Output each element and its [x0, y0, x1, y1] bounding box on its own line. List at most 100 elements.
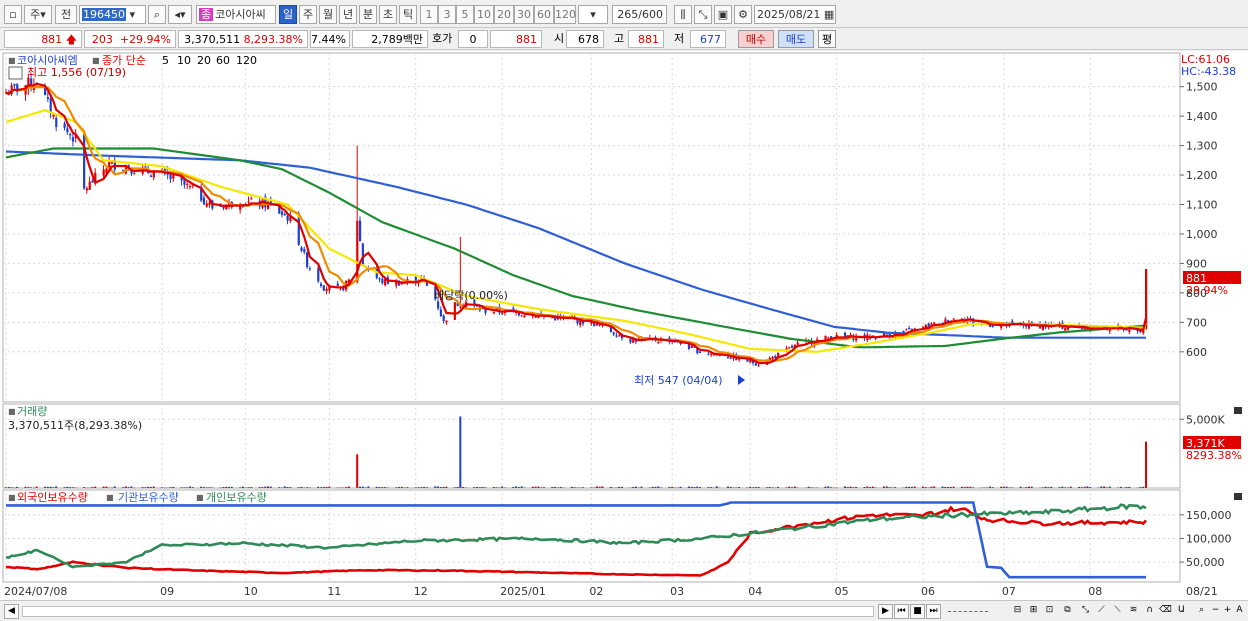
period-button-minute[interactable]: 분	[359, 5, 377, 24]
volume-bar	[824, 486, 827, 488]
volume-bar	[693, 487, 696, 488]
holdings-panel-close-icon[interactable]	[1234, 493, 1242, 500]
volume-bar	[300, 486, 303, 488]
trend-tool-icon[interactable]: ⟍	[1110, 604, 1125, 619]
window-layout-icon[interactable]: ▫	[4, 5, 22, 24]
period-button-year[interactable]: 년	[339, 5, 357, 24]
drawing-tool-icon[interactable]: ⤡	[694, 5, 712, 24]
search-zoom-icon[interactable]: ⌕	[1194, 604, 1209, 619]
interval-dropdown[interactable]: ▾	[578, 5, 608, 24]
volume-bar	[908, 486, 911, 488]
auto-scale-icon[interactable]: A	[1232, 604, 1247, 619]
zoom-out-icon[interactable]: ⊟	[1010, 604, 1025, 619]
scroll-track[interactable]	[22, 606, 874, 617]
volume-value: 3,370,511	[184, 33, 241, 46]
eraser-icon[interactable]: ⌫	[1158, 604, 1173, 619]
period-button-tick[interactable]: 틱	[399, 5, 417, 24]
text-tool-icon[interactable]: Ա	[1174, 604, 1189, 619]
volume-bar	[384, 487, 387, 488]
date-input[interactable]: 2025/08/21 ▦	[754, 5, 836, 24]
date-value: 2025/08/21	[757, 8, 821, 21]
overlay-icon[interactable]: ⧉	[1060, 604, 1075, 619]
stop-icon[interactable]: ■	[910, 604, 925, 619]
volume-bar	[286, 487, 289, 488]
period-button-second[interactable]: 초	[379, 5, 397, 24]
volume-bar	[169, 487, 172, 488]
period-button-day[interactable]: 일	[279, 5, 297, 24]
volume-bar	[726, 486, 729, 488]
volume-bar	[69, 487, 72, 488]
draw-line-icon[interactable]: ⤡	[1078, 604, 1093, 619]
magnet-icon[interactable]: ∩	[1142, 604, 1157, 619]
period-button-month[interactable]: 월	[319, 5, 337, 24]
prev-button[interactable]: 전	[55, 5, 77, 24]
volume-panel-close-icon[interactable]	[1234, 407, 1242, 414]
interval-button-120[interactable]: 120	[554, 5, 576, 24]
volume-bar	[715, 486, 718, 488]
chart-area[interactable]: 600 700 800 900 1,000 1,100 1,200 1,300 1,400 1,5…	[0, 51, 1248, 603]
volume-bar	[888, 487, 891, 488]
fibonacci-icon[interactable]: ≋	[1126, 604, 1141, 619]
annotation-low: 최저 547 (04/04)	[634, 374, 723, 387]
volume-bar	[163, 487, 166, 489]
last-page-icon[interactable]: ⏭	[926, 604, 941, 619]
volume-bar	[183, 487, 186, 488]
volume-bar	[540, 487, 543, 488]
volume-bar	[186, 487, 189, 488]
volume-bar	[492, 487, 495, 488]
zoom-in-icon[interactable]: ⊞	[1026, 604, 1041, 619]
candle-body	[791, 345, 794, 348]
candle-type-icon[interactable]: ⫼	[674, 5, 692, 24]
volume-bar	[757, 487, 760, 488]
calendar-icon[interactable]: ▦	[824, 8, 834, 21]
volume-bar	[83, 487, 86, 488]
layout-icon[interactable]: ⊡	[1042, 604, 1057, 619]
volume-bar	[512, 486, 515, 488]
volume-bar	[297, 487, 300, 488]
sell-button[interactable]: 매도	[778, 30, 814, 48]
count-input[interactable]: 265/600	[612, 5, 667, 24]
interval-button-5[interactable]: 5	[456, 5, 474, 24]
volume-bar	[423, 486, 426, 488]
settings-gear-icon[interactable]: ⚙	[734, 5, 752, 24]
first-page-icon[interactable]: ⏮	[894, 604, 909, 619]
volume-bar	[44, 486, 47, 488]
volume-bar	[660, 487, 663, 488]
bottom-scrollbar[interactable]: ◀ ▶ ⏮ ■ ⏭ ⊟ ⊞ ⊡ ⧉ ⤡ ⟋ ⟍ ≋ ∩ ⌫ Ա ⌕ − + A	[0, 600, 1248, 621]
period-button-week[interactable]: 주	[299, 5, 317, 24]
price-change: 203 +29.94%	[84, 30, 176, 48]
zoom-slider[interactable]	[948, 611, 988, 613]
interval-button-20[interactable]: 20	[494, 5, 514, 24]
eval-button[interactable]: 평	[818, 30, 836, 48]
volume-bar	[261, 487, 264, 488]
scroll-left-icon[interactable]: ◀	[4, 604, 19, 619]
save-icon[interactable]: ▣	[714, 5, 732, 24]
period-select[interactable]: 주▾	[24, 5, 52, 24]
chart-svg[interactable]: 6007008009001,0001,1001,2001,3001,4001,5…	[0, 51, 1248, 603]
scroll-right-icon[interactable]: ▶	[878, 604, 893, 619]
speaker-icon[interactable]: ◂▾	[168, 5, 192, 24]
interval-button-1[interactable]: 1	[420, 5, 438, 24]
volume-bar	[576, 487, 579, 488]
trade-amount: 2,789백만	[352, 30, 428, 48]
volume-bar	[765, 487, 768, 488]
high-label: 고	[614, 32, 625, 45]
buy-button[interactable]: 매수	[738, 30, 774, 48]
volume-bar	[434, 486, 437, 488]
price-tick-label: 1,000	[1186, 228, 1218, 241]
interval-button-60[interactable]: 60	[534, 5, 554, 24]
interval-button-10[interactable]: 10	[474, 5, 494, 24]
volume-bar	[534, 486, 537, 488]
code-input[interactable]: 196450 ▾	[79, 5, 146, 24]
interval-button-3[interactable]: 3	[438, 5, 456, 24]
draw-ray-icon[interactable]: ⟋	[1094, 604, 1109, 619]
volume-bar	[668, 486, 671, 488]
search-icon[interactable]: ⌕	[148, 5, 166, 24]
candle-body	[172, 175, 175, 179]
candle-body	[771, 356, 774, 360]
volume-bar	[517, 487, 520, 488]
volume-bar	[152, 486, 155, 488]
volume-bar	[16, 486, 19, 488]
interval-button-30[interactable]: 30	[514, 5, 534, 24]
stock-name-field[interactable]: 종 코아시아씨	[196, 5, 276, 24]
